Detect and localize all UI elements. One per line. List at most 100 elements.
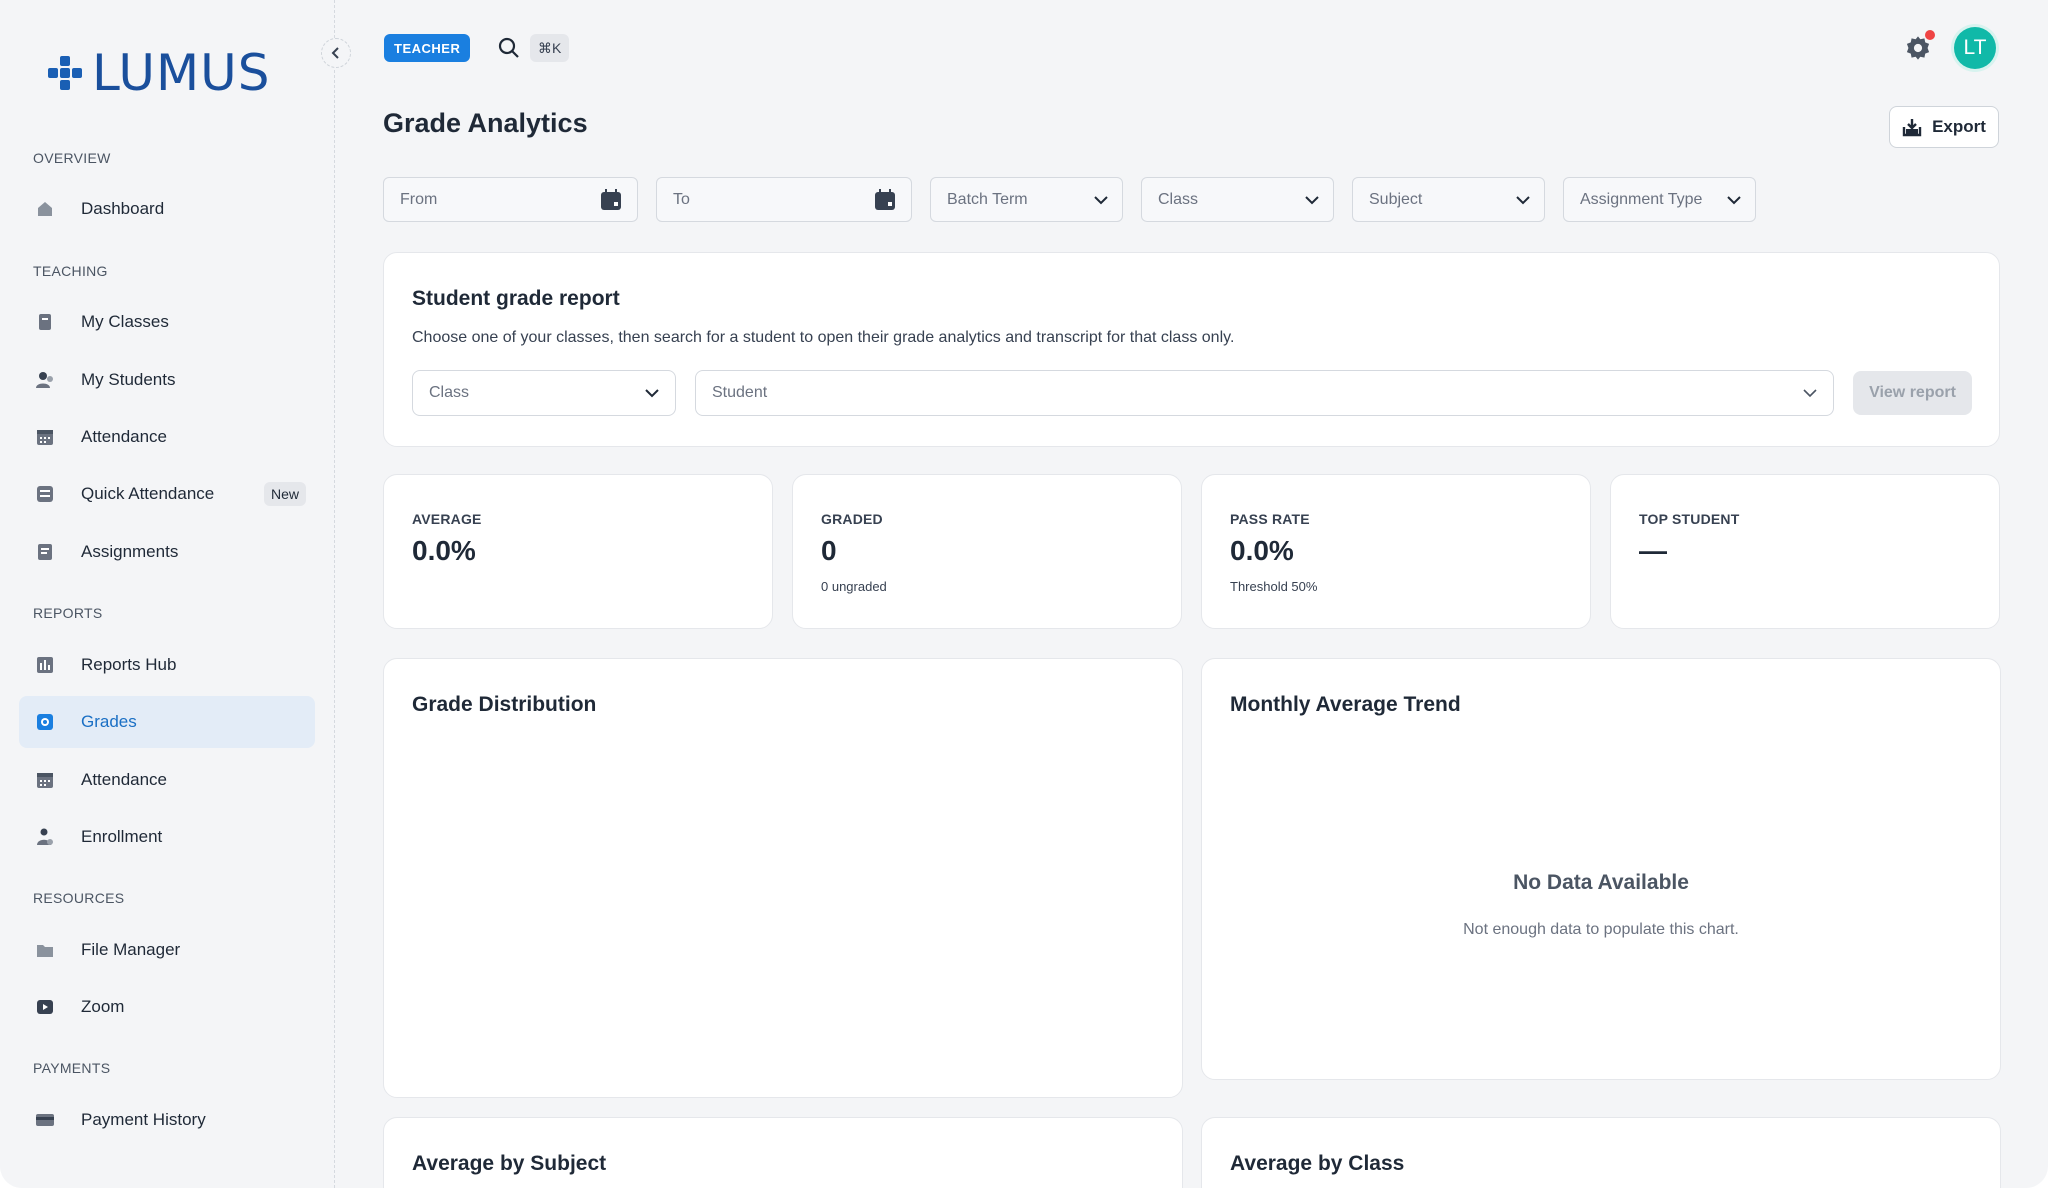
batch-term-select[interactable]: Batch Term [930, 177, 1123, 222]
chevron-down-icon [1516, 195, 1530, 204]
stat-subtext: 0 ungraded [821, 579, 887, 594]
search-shortcut[interactable]: ⌘K [530, 34, 570, 62]
chart-title: Average by Class [1230, 1152, 1405, 1175]
folder-icon [35, 940, 55, 960]
stat-subtext: Threshold 50% [1230, 579, 1318, 594]
student-report-card: Student grade report Choose one of your … [383, 252, 2000, 447]
credit-card-icon [35, 1110, 55, 1130]
sidebar-item-attendance-report[interactable]: Attendance [19, 754, 315, 806]
sidebar-item-label: My Classes [81, 312, 169, 331]
page-title: Grade Analytics [383, 108, 588, 138]
chart-title: Average by Subject [412, 1152, 607, 1175]
to-date-label: To [673, 190, 690, 208]
calendar-icon [875, 188, 895, 210]
role-badge: TEACHER [384, 34, 471, 62]
stat-card-top-student: TOP STUDENT — [1610, 474, 2000, 629]
stat-card-pass-rate: PASS RATE 0.0% Threshold 50% [1201, 474, 1591, 629]
section-title-teaching: TEACHING [33, 263, 108, 279]
stat-card-average: AVERAGE 0.0% [383, 474, 773, 629]
calendar-icon [601, 188, 621, 210]
sidebar-item-file-manager[interactable]: File Manager [19, 924, 315, 976]
sidebar-item-dashboard[interactable]: Dashboard [19, 183, 315, 235]
brand-logo[interactable]: LUMUS [46, 44, 271, 102]
assignment-type-label: Assignment Type [1580, 190, 1703, 208]
video-icon [35, 997, 55, 1017]
sidebar-item-payment-history[interactable]: Payment History [19, 1094, 315, 1146]
sidebar-item-label: Quick Attendance [81, 484, 215, 503]
stat-value: 0.0% [1230, 535, 1294, 566]
export-label: Export [1932, 117, 1986, 136]
notification-dot [1925, 30, 1935, 40]
sidebar-item-reports-hub[interactable]: Reports Hub [19, 639, 315, 691]
report-class-select[interactable]: Class [412, 370, 676, 416]
logo-mark-icon [46, 54, 84, 92]
assignment-icon [35, 542, 55, 562]
export-button[interactable]: Export [1889, 106, 1999, 148]
stat-card-graded: GRADED 0 0 ungraded [792, 474, 1182, 629]
calendar-icon [35, 770, 55, 790]
app-frame: LUMUS OVERVIEW Dashboard TEACHING My Cla… [0, 0, 2048, 1188]
grades-icon [35, 712, 55, 732]
book-icon [35, 312, 55, 332]
enrollment-icon [35, 827, 55, 847]
sidebar-item-label: File Manager [81, 940, 181, 959]
sidebar-item-label: Payment History [81, 1110, 206, 1129]
search-icon[interactable] [497, 36, 521, 60]
grade-distribution-card: Grade Distribution [383, 658, 1183, 1098]
empty-state-title: No Data Available [1513, 871, 1689, 894]
sidebar-item-label: Assignments [81, 542, 179, 561]
sidebar-item-label: Attendance [81, 770, 168, 789]
sidebar-item-zoom[interactable]: Zoom [19, 981, 315, 1033]
from-date-filter[interactable]: From [383, 177, 638, 222]
to-date-filter[interactable]: To [656, 177, 912, 222]
chevron-down-icon [1727, 195, 1741, 204]
section-title-reports: REPORTS [33, 605, 103, 621]
stat-label: AVERAGE [412, 511, 482, 527]
class-label: Class [1158, 190, 1199, 208]
sidebar-item-label: Reports Hub [81, 655, 177, 674]
chevron-left-icon [331, 47, 339, 59]
settings-button[interactable] [1904, 30, 1935, 62]
stat-label: PASS RATE [1230, 511, 1310, 527]
report-class-placeholder: Class [429, 384, 470, 401]
student-report-title: Student grade report [412, 287, 620, 310]
sidebar-item-enrollment[interactable]: Enrollment [19, 811, 315, 863]
sidebar-item-label: My Students [81, 370, 176, 389]
collapse-sidebar-button[interactable] [321, 38, 351, 68]
class-select[interactable]: Class [1141, 177, 1334, 222]
subject-label: Subject [1369, 190, 1423, 208]
section-title-payments: PAYMENTS [33, 1060, 111, 1076]
avatar[interactable]: LT [1954, 27, 1996, 69]
average-by-class-card: Average by Class [1201, 1117, 2001, 1188]
stat-label: TOP STUDENT [1639, 511, 1740, 527]
section-title-resources: RESOURCES [33, 890, 125, 906]
sidebar-item-label: Grades [81, 712, 137, 731]
empty-state-subtitle: Not enough data to populate this chart. [1463, 921, 1739, 938]
chevron-down-icon [1803, 389, 1817, 398]
sidebar-item-my-students[interactable]: My Students [19, 354, 315, 406]
home-icon [35, 199, 55, 219]
sidebar-item-grades[interactable]: Grades [19, 696, 315, 748]
subject-select[interactable]: Subject [1352, 177, 1545, 222]
assignment-type-select[interactable]: Assignment Type [1563, 177, 1756, 222]
sidebar-item-label: Zoom [81, 997, 125, 1016]
student-report-description: Choose one of your classes, then search … [412, 329, 1235, 346]
bar-chart-icon [35, 655, 55, 675]
sidebar-item-attendance[interactable]: Attendance [19, 411, 315, 463]
sidebar-item-my-classes[interactable]: My Classes [19, 296, 315, 348]
chevron-down-icon [1094, 195, 1108, 204]
sidebar-item-quick-attendance[interactable]: Quick Attendance New [19, 468, 315, 520]
stat-label: GRADED [821, 511, 883, 527]
view-report-button[interactable]: View report [1853, 371, 1972, 415]
brand-name: LUMUS [92, 44, 271, 102]
report-student-search[interactable]: Student [695, 370, 1834, 416]
from-date-label: From [400, 190, 438, 208]
batch-term-label: Batch Term [947, 190, 1028, 208]
sidebar-item-assignments[interactable]: Assignments [19, 526, 315, 578]
stat-value: — [1639, 535, 1667, 566]
chart-title: Monthly Average Trend [1230, 693, 1461, 716]
stat-value: 0 [821, 535, 837, 566]
sidebar-item-label: Attendance [81, 427, 168, 446]
chevron-down-icon [645, 389, 659, 398]
monthly-trend-card: Monthly Average Trend No Data Available … [1201, 658, 2001, 1080]
